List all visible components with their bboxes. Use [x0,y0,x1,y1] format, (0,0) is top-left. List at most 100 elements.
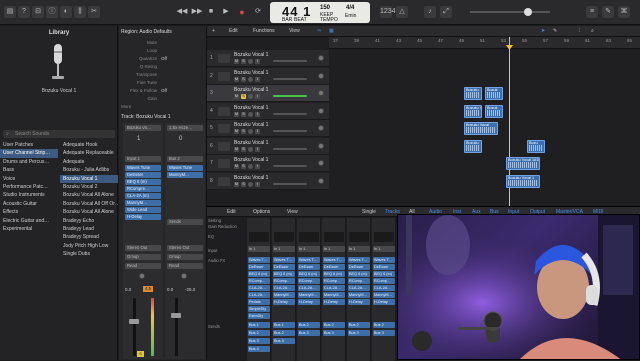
mixer-send-slot[interactable]: Bus 2 [298,322,320,328]
mixer-plugin-slot[interactable]: BEQ 6 (m) [373,271,395,277]
mixer-send-slot[interactable]: Bus 3 [248,338,270,344]
audio-region[interactable]: Bozuku Vocal 1 [506,174,540,188]
mixer-plugin-slot[interactable]: BEQ 6 (m) [248,271,270,277]
mixer-plugin-slot[interactable]: SimpleDly [248,306,270,312]
track-volume-slider[interactable] [273,130,307,132]
audio-region[interactable]: Bozuku [464,87,482,100]
mixer-plugin-slot[interactable]: MannyM… [348,292,370,298]
track-name[interactable]: Bozuku Vocal 1 [234,175,268,181]
mixer-plugin-slot[interactable]: H-Delay [373,299,395,305]
plugin-slot[interactable]: Waves Tune [167,165,203,171]
list-editors-icon[interactable]: ≡ [586,6,598,18]
mute-button[interactable]: M [234,129,239,134]
track-volume-slider[interactable] [273,95,307,97]
mixer-plugin-slot[interactable]: CLA-2A… [273,285,295,291]
mixer-plugin-slot[interactable]: Waves T… [248,257,270,263]
mixer-plugin-slot[interactable]: DeEsser [348,264,370,270]
library-category[interactable]: Drums and Percus… [0,158,58,166]
track-header[interactable]: 1 Bozuku Vocal 1MS I [207,50,329,67]
audio-region[interactable]: Bozuk [485,87,503,100]
forward-icon[interactable]: ▶▶ [191,6,203,18]
mixer-plugin-slot[interactable]: Waves T… [323,257,345,263]
strip-group[interactable]: Group [167,254,203,260]
mixer-send-slot[interactable]: Bus 1 [273,322,295,328]
mixer-plugin-slot[interactable]: Pedals [248,299,270,305]
library-toggle-icon[interactable]: ▤ [4,6,16,18]
mixer-plugin-slot[interactable]: DeEsser [323,264,345,270]
mixer-plugin-slot[interactable]: MannyM… [298,292,320,298]
plugin-slot[interactable]: H-Delay [125,214,161,220]
track-pan-knob[interactable] [318,107,324,114]
library-preset[interactable]: Bozuku Vocal 2 [60,183,118,191]
strip-name[interactable]: 1.Sx Hcze… [167,125,203,131]
mixer-plugin-slot[interactable]: MannyM… [273,292,295,298]
track-name[interactable]: Bozuku Vocal 1 [234,70,268,76]
solo-button[interactable]: S [241,129,246,134]
strip-output[interactable]: Stereo Out [167,245,203,251]
mixer-send-slot[interactable]: Bus 3 [323,330,345,336]
audio-region[interactable]: Bozuku [464,139,482,153]
track-header[interactable]: 2 Bozuku Vocal 1MS I [207,67,329,85]
rewind-icon[interactable]: ◀◀ [176,6,188,18]
mixer-plugin-slot[interactable]: BEQ 6 (m) [298,271,320,277]
audio-region[interactable]: Bozuku Vocal 1#16 [506,157,540,170]
solo-button[interactable]: S [137,351,144,357]
track-name[interactable]: Bozuku Vocal 1 [234,87,268,93]
mute-button[interactable]: M [234,111,239,117]
mixer-plugin-slot[interactable]: BEQ 6 (m) [273,271,295,277]
mixer-plugin-slot[interactable]: MannyM… [323,292,345,298]
audio-region[interactable]: Bozuk [485,104,503,118]
mixer-plugin-slot[interactable]: DeEsser [373,264,395,270]
add-track-icon[interactable]: + [212,28,215,34]
solo-button[interactable]: S [241,94,246,99]
mute-button[interactable]: M [234,164,239,169]
track-volume-slider[interactable] [273,112,307,115]
cycle-icon[interactable]: ⟳ [252,6,264,18]
fader-cap[interactable] [129,319,139,324]
eq-thumbnail[interactable] [349,232,369,242]
library-preset[interactable]: Jody Pitch High Low [60,242,118,250]
mixer-plugin-slot[interactable]: H-Delay [298,299,320,305]
solo-button[interactable]: S [241,164,246,169]
audio-region[interactable]: Bozuku Vocal [464,122,498,135]
library-preset[interactable]: Bozuku Vocal All Off Or… [60,200,118,208]
track-header[interactable]: 7 Bozuku Vocal 1MS I [207,155,329,172]
plugin-slot[interactable]: BEQ 6 (m) [125,179,161,185]
toolbar-toggle-icon[interactable]: ⊟ [32,6,44,18]
catch-playhead-icon[interactable]: ⤳ [317,28,321,34]
eq-thumbnail[interactable] [274,232,294,242]
tracks-edit-menu[interactable]: Edit [229,28,238,34]
mixer-input-slot[interactable]: In 1 [298,246,320,252]
mixer-plugin-slot[interactable]: RComp… [323,278,345,284]
track-volume-slider[interactable] [273,77,307,80]
record-enable-button[interactable] [248,94,253,99]
library-category[interactable]: Studio Instruments [0,191,58,199]
track-pan-knob[interactable] [318,90,324,96]
waveform-zoom-icon[interactable]: ⫶ [579,28,580,34]
plugin-slot[interactable]: MannyM… [167,172,203,178]
input-monitor-button[interactable]: I [255,76,260,82]
library-category[interactable]: Acoustic Guitar [0,200,58,208]
solo-button[interactable]: S [241,146,246,152]
library-preset[interactable]: Single Dubs [60,250,118,258]
solo-button[interactable]: S [241,181,246,187]
library-preset[interactable]: Bozuku Vocal All Alone [60,208,118,216]
mixer-input-slot[interactable]: In 1 [323,246,345,252]
play-icon[interactable]: ▶ [220,6,232,18]
library-preset[interactable]: Adequate Hook [60,141,118,149]
mixer-send-slot[interactable]: Bus 4 [248,346,270,352]
master-volume-knob[interactable] [524,8,532,16]
library-preset[interactable]: Bradeyy Lead [60,225,118,233]
metronome-icon[interactable]: △ [396,6,408,18]
library-category[interactable]: User Patches [0,141,58,149]
track-name[interactable]: Bozuku Vocal 1 [234,52,268,58]
tracks-view-menu[interactable]: View [289,28,300,34]
record-enable-button[interactable] [248,129,253,134]
mute-button[interactable]: M [234,94,239,99]
mixer-plugin-slot[interactable]: CLA-2A… [323,285,345,291]
eq-thumbnail[interactable] [324,232,344,242]
lcd-display[interactable]: 44 1 BAR BEAT 150 KEEP TEMPO 4/4 Emin [270,2,370,23]
track-inspector-header[interactable]: Track: Bozuku Vocal 1 [121,114,171,120]
mixer-input-slot[interactable]: In 1 [348,246,370,252]
track-name[interactable]: Bozuku Vocal 1 [234,157,268,163]
